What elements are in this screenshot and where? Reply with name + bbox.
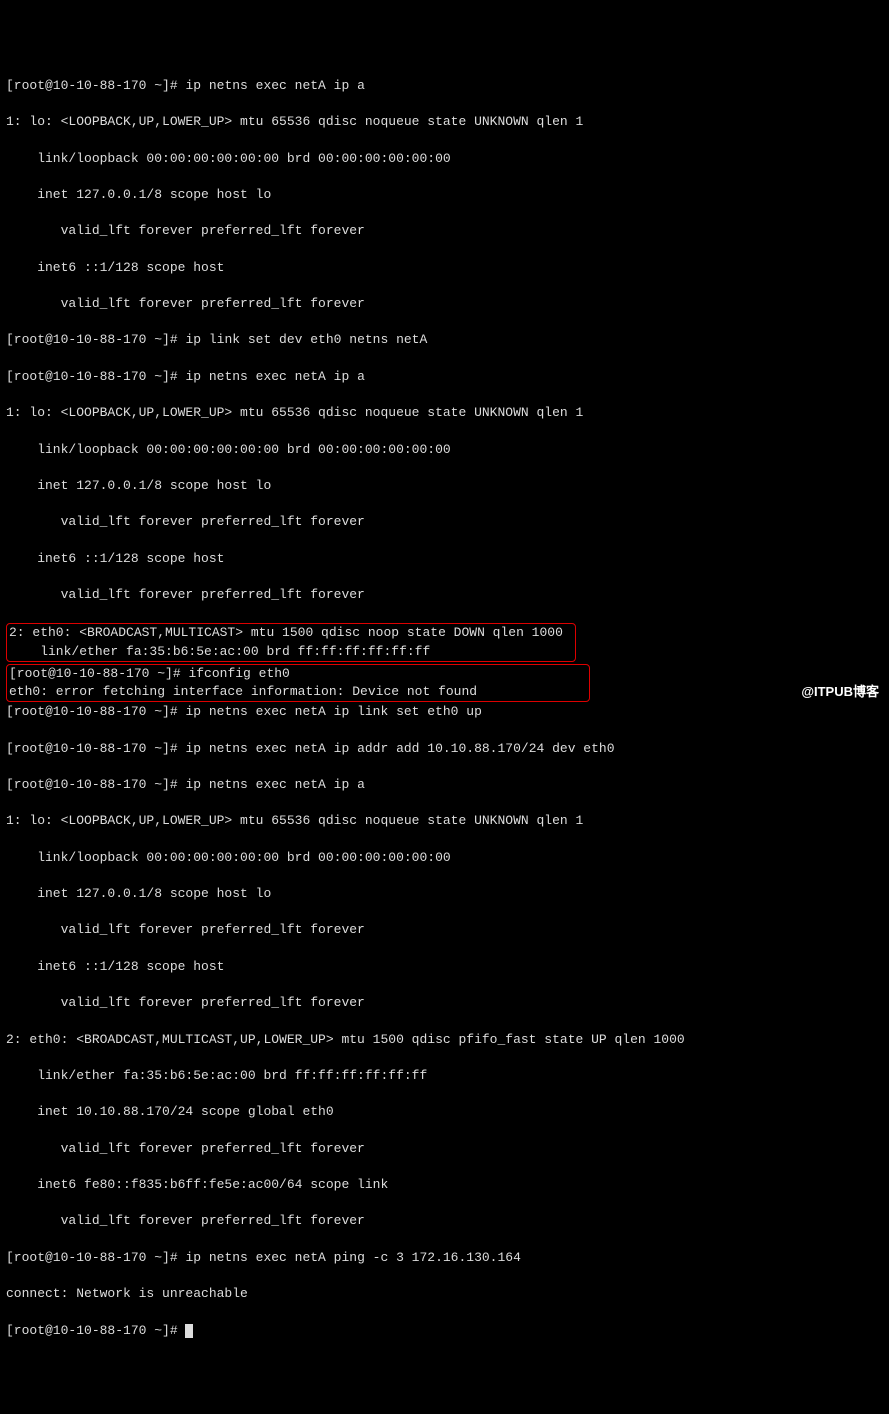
- command-text: ifconfig eth0: [188, 666, 289, 681]
- shell-prompt: [root@10-10-88-170 ~]#: [6, 369, 185, 384]
- output-error-line: eth0: error fetching interface informati…: [9, 683, 587, 701]
- command-text: ip netns exec netA ip addr add 10.10.88.…: [185, 741, 614, 756]
- output-line: valid_lft forever preferred_lft forever: [6, 994, 883, 1012]
- output-line: inet 127.0.0.1/8 scope host lo: [6, 186, 883, 204]
- watermark-label: @ITPUB博客: [801, 683, 879, 701]
- output-line: link/ether fa:35:b6:5e:ac:00 brd ff:ff:f…: [6, 1067, 883, 1085]
- output-line: valid_lft forever preferred_lft forever: [6, 222, 883, 240]
- output-line: inet6 fe80::f835:b6ff:fe5e:ac00/64 scope…: [6, 1176, 883, 1194]
- output-line: valid_lft forever preferred_lft forever: [6, 1140, 883, 1158]
- output-line: link/ether fa:35:b6:5e:ac:00 brd ff:ff:f…: [9, 643, 573, 661]
- terminal-line: [root@10-10-88-170 ~]# ip link set dev e…: [6, 331, 883, 349]
- command-text: ip netns exec netA ip a: [185, 369, 364, 384]
- terminal-line: [root@10-10-88-170 ~]# ip netns exec net…: [6, 740, 883, 758]
- shell-prompt: [root@10-10-88-170 ~]#: [6, 704, 185, 719]
- command-text: ip netns exec netA ip a: [185, 78, 364, 93]
- command-text: ip netns exec netA ip link set eth0 up: [185, 704, 481, 719]
- shell-prompt: [root@10-10-88-170 ~]#: [6, 1250, 185, 1265]
- output-line: link/loopback 00:00:00:00:00:00 brd 00:0…: [6, 849, 883, 867]
- output-line: 2: eth0: <BROADCAST,MULTICAST,UP,LOWER_U…: [6, 1031, 883, 1049]
- output-line: valid_lft forever preferred_lft forever: [6, 1212, 883, 1230]
- output-line: inet 127.0.0.1/8 scope host lo: [6, 477, 883, 495]
- output-line: valid_lft forever preferred_lft forever: [6, 586, 883, 604]
- shell-prompt: [root@10-10-88-170 ~]#: [6, 78, 185, 93]
- output-line: inet6 ::1/128 scope host: [6, 550, 883, 568]
- output-line: valid_lft forever preferred_lft forever: [6, 513, 883, 531]
- terminal-line: [root@10-10-88-170 ~]# ifconfig eth0: [9, 665, 587, 683]
- output-line: 2: eth0: <BROADCAST,MULTICAST> mtu 1500 …: [9, 624, 573, 642]
- output-line: valid_lft forever preferred_lft forever: [6, 921, 883, 939]
- shell-prompt: [root@10-10-88-170 ~]#: [6, 332, 185, 347]
- terminal-line: [root@10-10-88-170 ~]# ip netns exec net…: [6, 77, 883, 95]
- output-line: inet6 ::1/128 scope host: [6, 259, 883, 277]
- output-line: 1: lo: <LOOPBACK,UP,LOWER_UP> mtu 65536 …: [6, 404, 883, 422]
- terminal-line: [root@10-10-88-170 ~]# ip netns exec net…: [6, 1249, 883, 1267]
- command-text: ip link set dev eth0 netns netA: [185, 332, 427, 347]
- command-text: ip netns exec netA ip a: [185, 777, 364, 792]
- output-line: inet6 ::1/128 scope host: [6, 958, 883, 976]
- output-error-line: connect: Network is unreachable: [6, 1285, 883, 1303]
- shell-prompt: [root@10-10-88-170 ~]#: [6, 1323, 185, 1338]
- terminal-line: [root@10-10-88-170 ~]# ip netns exec net…: [6, 368, 883, 386]
- cursor-icon: [185, 1324, 193, 1338]
- command-text: ip netns exec netA ping -c 3 172.16.130.…: [185, 1250, 520, 1265]
- output-line: link/loopback 00:00:00:00:00:00 brd 00:0…: [6, 441, 883, 459]
- output-line: inet 127.0.0.1/8 scope host lo: [6, 885, 883, 903]
- terminal-line[interactable]: [root@10-10-88-170 ~]#: [6, 1322, 883, 1340]
- output-line: 1: lo: <LOOPBACK,UP,LOWER_UP> mtu 65536 …: [6, 812, 883, 830]
- output-line: valid_lft forever preferred_lft forever: [6, 295, 883, 313]
- terminal-line: [root@10-10-88-170 ~]# ip netns exec net…: [6, 776, 883, 794]
- output-line: 1: lo: <LOOPBACK,UP,LOWER_UP> mtu 65536 …: [6, 113, 883, 131]
- highlight-annotation-device-not-found: [root@10-10-88-170 ~]# ifconfig eth0eth0…: [6, 664, 590, 702]
- output-line: link/loopback 00:00:00:00:00:00 brd 00:0…: [6, 150, 883, 168]
- highlight-annotation-eth0-down: 2: eth0: <BROADCAST,MULTICAST> mtu 1500 …: [6, 623, 576, 661]
- shell-prompt: [root@10-10-88-170 ~]#: [6, 777, 185, 792]
- shell-prompt: [root@10-10-88-170 ~]#: [6, 741, 185, 756]
- shell-prompt: [root@10-10-88-170 ~]#: [9, 666, 188, 681]
- output-line: inet 10.10.88.170/24 scope global eth0: [6, 1103, 883, 1121]
- terminal-line: [root@10-10-88-170 ~]# ip netns exec net…: [6, 703, 883, 721]
